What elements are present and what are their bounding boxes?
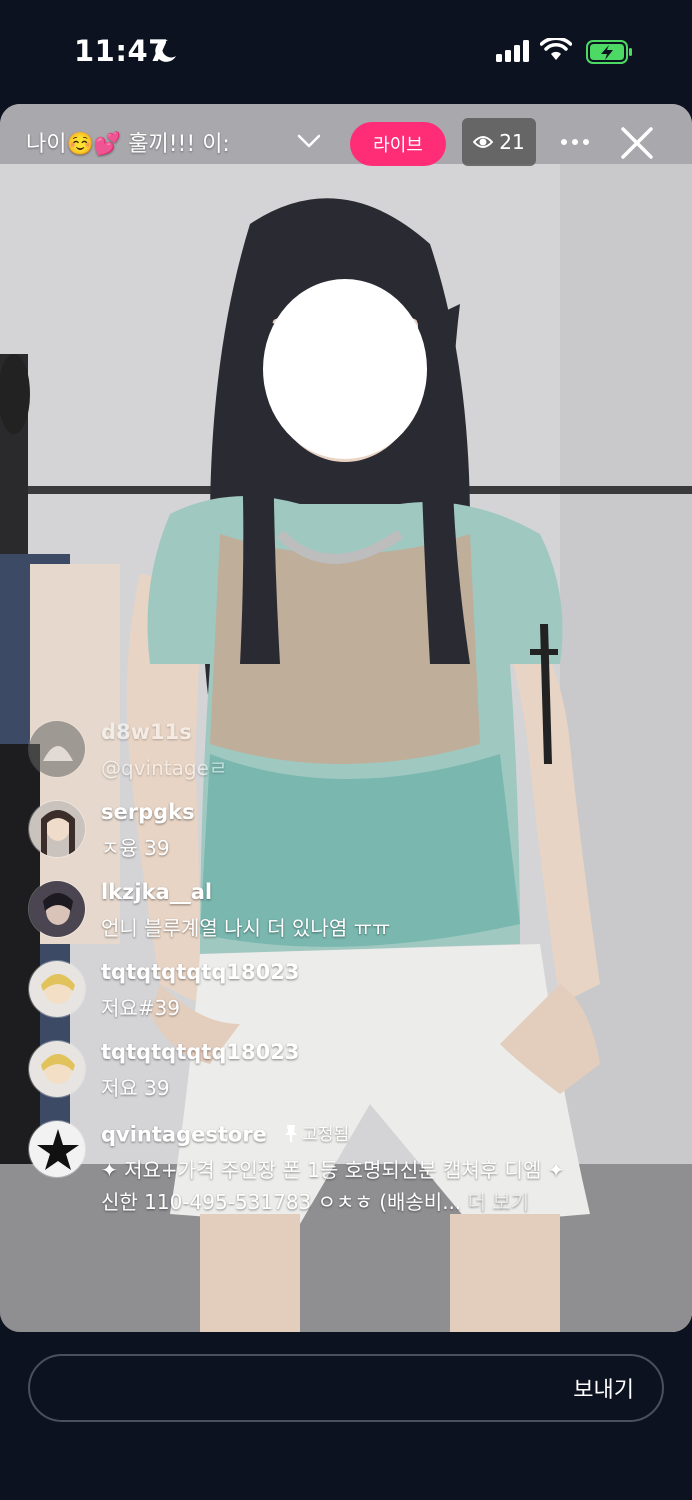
eye-icon <box>473 136 494 148</box>
comment-username[interactable]: tqtqtqtqtq18023 <box>101 1040 299 1064</box>
comment-username[interactable]: serpgks <box>101 800 195 824</box>
comment-item: serpgks ㅈ융 39 <box>28 800 668 880</box>
comment-input[interactable]: 보내기 <box>28 1354 664 1422</box>
see-more-link[interactable]: 더 보기 <box>468 1190 530 1214</box>
avatar[interactable] <box>28 960 86 1018</box>
wifi-icon <box>540 38 572 60</box>
more-icon[interactable] <box>560 138 590 146</box>
comment-text: 언니 블루계열 나시 더 있나염 ㅠㅠ <box>101 916 391 940</box>
pinned-comment: qvintagestore 고정됨 ✦ 저요+가격 주인장 폰 1등 호명되신분… <box>28 1120 668 1230</box>
avatar[interactable] <box>28 800 86 858</box>
close-icon[interactable] <box>620 126 654 160</box>
live-top-bar: 나이☺️💕 훌끼!!! 이: 라이브 21 <box>0 104 692 184</box>
pinned-label-text: 고정됨 <box>302 1125 350 1145</box>
pinned-text: ✦ 저요+가격 주인장 폰 1등 호명되신분 캡쳐후 디엠 ✦ 신한 110-4… <box>101 1154 661 1218</box>
comment-text: 저요#39 <box>101 996 181 1020</box>
pinned-line-2-text: 신한 110-495-531783 ㅇㅊㅎ (배송비... <box>101 1190 462 1214</box>
live-badge: 라이브 <box>350 122 446 166</box>
comment-item: d8w11s @qvintageㄹ <box>28 720 668 800</box>
comment-item: tqtqtqtqtq18023 저요#39 <box>28 960 668 1040</box>
live-title[interactable]: 나이☺️💕 훌끼!!! 이: <box>26 126 286 158</box>
avatar[interactable] <box>28 1120 86 1178</box>
comment-text: ㅈ융 39 <box>101 836 170 860</box>
comment-item: tqtqtqtqtq18023 저요 39 <box>28 1040 668 1120</box>
pinned-label: 고정됨 <box>284 1120 349 1145</box>
send-button[interactable]: 보내기 <box>573 1372 634 1404</box>
chevron-down-icon[interactable] <box>296 132 322 150</box>
pinned-line-2: 신한 110-495-531783 ㅇㅊㅎ (배송비... 더 보기 <box>101 1186 661 1218</box>
comment-username[interactable]: tqtqtqtqtq18023 <box>101 960 299 984</box>
pinned-username-text[interactable]: qvintagestore <box>101 1123 267 1147</box>
pinned-line-1: ✦ 저요+가격 주인장 폰 1등 호명되신분 캡쳐후 디엠 ✦ <box>101 1158 565 1182</box>
viewer-count: 21 <box>499 130 525 154</box>
moon-icon <box>155 39 176 62</box>
avatar[interactable] <box>28 880 86 938</box>
comment-item: lkzjka__al 언니 블루계열 나시 더 있나염 ㅠㅠ <box>28 880 668 960</box>
comment-text: 저요 39 <box>101 1076 170 1100</box>
pinned-username: qvintagestore 고정됨 <box>101 1120 349 1147</box>
signal-icon <box>496 40 529 62</box>
status-bar: 11:47 <box>0 0 692 104</box>
avatar[interactable] <box>28 720 86 778</box>
pin-icon <box>285 1124 298 1142</box>
avatar[interactable] <box>28 1040 86 1098</box>
viewer-count-badge[interactable]: 21 <box>462 118 536 166</box>
battery-charging-icon <box>586 40 632 64</box>
comment-text: @qvintageㄹ <box>101 756 228 780</box>
comment-username[interactable]: d8w11s <box>101 720 192 744</box>
comment-username[interactable]: lkzjka__al <box>101 880 212 904</box>
